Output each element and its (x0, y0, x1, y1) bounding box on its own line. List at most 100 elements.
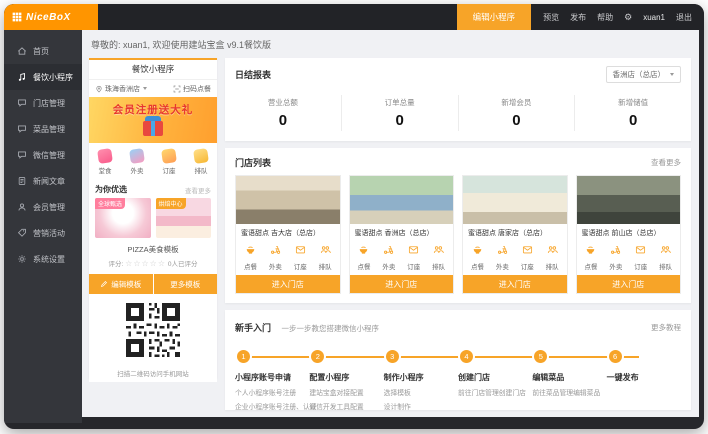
sidebar-item-member-management[interactable]: 会员管理 (4, 194, 82, 220)
store-action-order[interactable]: 点餐 (465, 242, 490, 271)
stat-total-orders: 订单总量 0 (341, 95, 458, 131)
store-name: 蜜语甜点 前山店（总店） (577, 224, 681, 240)
bowl-icon (472, 244, 483, 255)
stat-value: 0 (459, 112, 575, 129)
chat-bubble-icon (17, 98, 27, 108)
app-logo[interactable]: NiceBoX (4, 4, 98, 30)
action-label: 订座 (401, 261, 426, 271)
gear-icon (17, 254, 27, 264)
store-photo[interactable] (463, 176, 567, 224)
step-link[interactable]: 前往门店管理创建门店 (458, 387, 532, 397)
store-list-title: 门店列表 (235, 156, 271, 169)
publish-link[interactable]: 发布 (570, 12, 586, 23)
quick-action-label: 订座 (153, 165, 185, 175)
guide-step-3: 3 制作小程序 选择模板 设计制作 (384, 350, 458, 417)
stat-value: 0 (575, 112, 691, 129)
sidebar-item-home[interactable]: 首页 (4, 38, 82, 64)
step-link[interactable]: 设计制作 (384, 401, 458, 411)
store-action-reserve[interactable]: 订座 (515, 242, 540, 271)
store-action-order[interactable]: 点餐 (579, 242, 604, 271)
topbar-spacer (98, 4, 457, 30)
quick-action-queue[interactable]: 排队 (185, 149, 217, 175)
enter-store-button[interactable]: 进入门店 (463, 275, 567, 293)
store-action-reserve[interactable]: 订座 (401, 242, 426, 271)
sidebar-label: 餐饮小程序 (33, 72, 73, 83)
store-action-queue[interactable]: 排队 (540, 242, 565, 271)
sidebar-label: 新闻文章 (33, 176, 65, 187)
store-action-delivery[interactable]: 外卖 (376, 242, 401, 271)
qr-code-section: 扫描二维码访问手机网站 (89, 294, 217, 382)
action-label: 订座 (288, 261, 313, 271)
edit-miniprogram-button[interactable]: 编辑小程序 (457, 4, 532, 30)
quick-action-reserve[interactable]: 订座 (153, 149, 185, 175)
enter-store-button[interactable]: 进入门店 (236, 275, 340, 293)
step-number-badge: 3 (384, 348, 401, 365)
settings-gear-icon[interactable]: ⚙ (624, 12, 632, 23)
store-photo[interactable] (350, 176, 454, 224)
food-image-cupcake[interactable]: 全球甄选 (95, 198, 151, 238)
report-stats: 营业总额 0 订单总量 0 新增会员 0 (225, 95, 691, 131)
store-action-reserve[interactable]: 订座 (288, 242, 313, 271)
sidebar-item-news-articles[interactable]: 新闻文章 (4, 168, 82, 194)
store-action-queue[interactable]: 排队 (653, 242, 678, 271)
step-link[interactable]: 微信公众号注册、认证小程序 (235, 415, 309, 417)
store-action-delivery[interactable]: 外卖 (490, 242, 515, 271)
sidebar-item-wechat-management[interactable]: 微信管理 (4, 142, 82, 168)
miniprogram-preview-panel: 餐饮小程序 珠海香洲店 扫码点餐 会员注册送大礼 (89, 58, 217, 378)
store-action-delivery[interactable]: 外卖 (263, 242, 288, 271)
store-action-delivery[interactable]: 外卖 (603, 242, 628, 271)
store-action-queue[interactable]: 排队 (426, 242, 451, 271)
sidebar-item-miniprogram[interactable]: 餐饮小程序 (4, 64, 82, 90)
sidebar-item-marketing[interactable]: 营销活动 (4, 220, 82, 246)
logout-link[interactable]: 退出 (676, 12, 692, 23)
step-link[interactable]: 建站宝盒对接配置 (309, 387, 383, 397)
store-location-selector[interactable]: 珠海香洲店 (95, 84, 147, 94)
step-link[interactable]: 微信开发工具配置 (309, 401, 383, 411)
preview-link[interactable]: 预览 (543, 12, 559, 23)
enter-store-button[interactable]: 进入门店 (350, 275, 454, 293)
store-action-queue[interactable]: 排队 (313, 242, 338, 271)
people-icon (320, 244, 331, 255)
quick-action-dine-in[interactable]: 堂食 (89, 149, 121, 175)
store-photo[interactable] (577, 176, 681, 224)
store-name: 蜜语甜点 唐家店（总店） (463, 224, 567, 240)
store-card: 蜜语甜点 香洲店（总店） 点餐 外卖 订座 排队 进入门店 (349, 175, 455, 294)
step-link[interactable]: 个人小程序账号注册 (235, 387, 309, 397)
sidebar-item-store-management[interactable]: 门店管理 (4, 90, 82, 116)
more-templates-button[interactable]: 更多模板 (154, 274, 218, 294)
step-title: 编辑菜品 (532, 372, 606, 383)
store-action-order[interactable]: 点餐 (352, 242, 377, 271)
store-action-order[interactable]: 点餐 (238, 242, 263, 271)
step-link[interactable]: 企业小程序账号注册、认证 (235, 401, 309, 411)
store-select-dropdown[interactable]: 香洲店（总店） (606, 66, 682, 83)
top-bar: NiceBoX 编辑小程序 预览 发布 帮助 ⚙ xuan1 退出 (4, 4, 704, 30)
food-image-cake[interactable]: 烘焙中心 (156, 198, 212, 238)
scan-order-button[interactable]: 扫码点餐 (173, 84, 211, 94)
step-link[interactable]: 选择模板 (384, 387, 458, 397)
sidebar-item-dish-management[interactable]: 菜品管理 (4, 116, 82, 142)
edit-template-button[interactable]: 编辑模板 (89, 274, 153, 294)
action-label: 点餐 (579, 261, 604, 271)
step-number-badge: 1 (235, 348, 252, 365)
sidebar: 首页 餐饮小程序 门店管理 菜品管理 微信管理 新闻文章 (4, 30, 82, 423)
stat-total-revenue: 营业总额 0 (225, 95, 341, 131)
action-label: 外卖 (376, 261, 401, 271)
recommend-more-link[interactable]: 查看更多 (185, 185, 211, 195)
more-tutorials-link[interactable]: 更多教程 (651, 322, 681, 333)
step-link[interactable]: 前往菜品管理编辑菜品 (532, 387, 606, 397)
enter-store-button[interactable]: 进入门店 (577, 275, 681, 293)
store-list-more-link[interactable]: 查看更多 (651, 157, 681, 168)
user-menu[interactable]: xuan1 (643, 13, 665, 22)
store-card: 蜜语甜点 前山店（总店） 点餐 外卖 订座 排队 进入门店 (576, 175, 682, 294)
sidebar-item-system-settings[interactable]: 系统设置 (4, 246, 82, 272)
promo-banner[interactable]: 会员注册送大礼 (89, 97, 217, 143)
tag-icon (17, 228, 27, 238)
mail-icon (635, 244, 646, 255)
guide-step-5: 5 编辑菜品 前往菜品管理编辑菜品 (532, 350, 606, 417)
store-photo[interactable] (236, 176, 340, 224)
quick-action-takeout[interactable]: 外卖 (121, 149, 153, 175)
guide-step-1: 1 小程序账号申请 个人小程序账号注册 企业小程序账号注册、认证 微信公众号注册… (235, 350, 309, 417)
store-action-reserve[interactable]: 订座 (628, 242, 653, 271)
grid-icon (12, 12, 22, 22)
help-link[interactable]: 帮助 (597, 12, 613, 23)
